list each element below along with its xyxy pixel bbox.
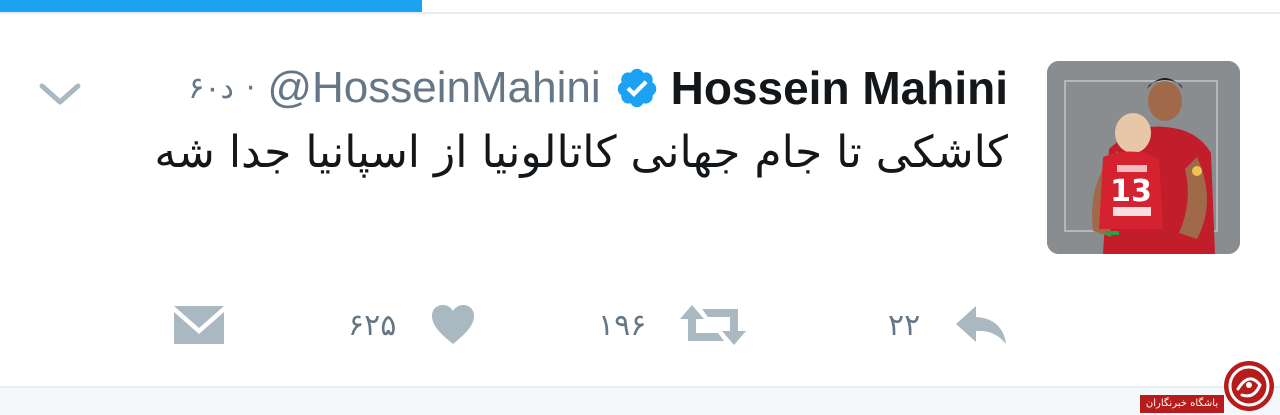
verified-badge-icon [615,66,659,110]
tweet-screen: 13 Hossein Mahini @HosseinMahini · ۶۰د ک… [0,0,1280,415]
more-options-chevron-down-icon[interactable] [38,72,82,116]
reply-count: ۲۲ [888,307,921,343]
like-button[interactable]: ۶۲۵ [348,290,476,360]
like-count: ۶۲۵ [348,307,397,343]
watermark-logo-icon [1222,359,1276,413]
heart-icon [430,304,476,346]
tweet-timestamp[interactable]: ۶۰د [188,71,234,106]
author-name[interactable]: Hossein Mahini [671,61,1008,115]
reply-icon [954,304,1008,346]
bottom-divider-bar [0,386,1280,415]
tweet-actions-bar: ۶۲۵ ۱۹۶ ۲۲ [0,290,1280,360]
meta-separator: · [245,70,256,106]
avatar[interactable]: 13 [1047,61,1240,254]
envelope-icon [170,302,228,348]
tweet-header: Hossein Mahini @HosseinMahini · ۶۰د [188,58,1008,118]
author-handle[interactable]: @HosseinMahini [267,63,600,113]
watermark-label: باشگاه خبرنگاران [1140,395,1224,413]
profile-photo-icon: 13 [1047,61,1240,254]
retweet-icon [680,303,747,347]
tweet-card[interactable]: 13 Hossein Mahini @HosseinMahini · ۶۰د ک… [0,14,1280,386]
direct-message-button[interactable] [170,290,228,360]
svg-text:13: 13 [1110,174,1152,209]
retweet-count: ۱۹۶ [598,307,647,343]
reply-button[interactable]: ۲۲ [888,290,1008,360]
loading-progress-bar [0,0,1280,14]
tweet-text: کاشکی تا جام جهانی کاتالونیا از اسپانیا … [154,127,1008,178]
retweet-button[interactable]: ۱۹۶ [598,290,747,360]
watermark: باشگاه خبرنگاران [1140,357,1280,415]
loading-progress-fill [0,0,422,12]
